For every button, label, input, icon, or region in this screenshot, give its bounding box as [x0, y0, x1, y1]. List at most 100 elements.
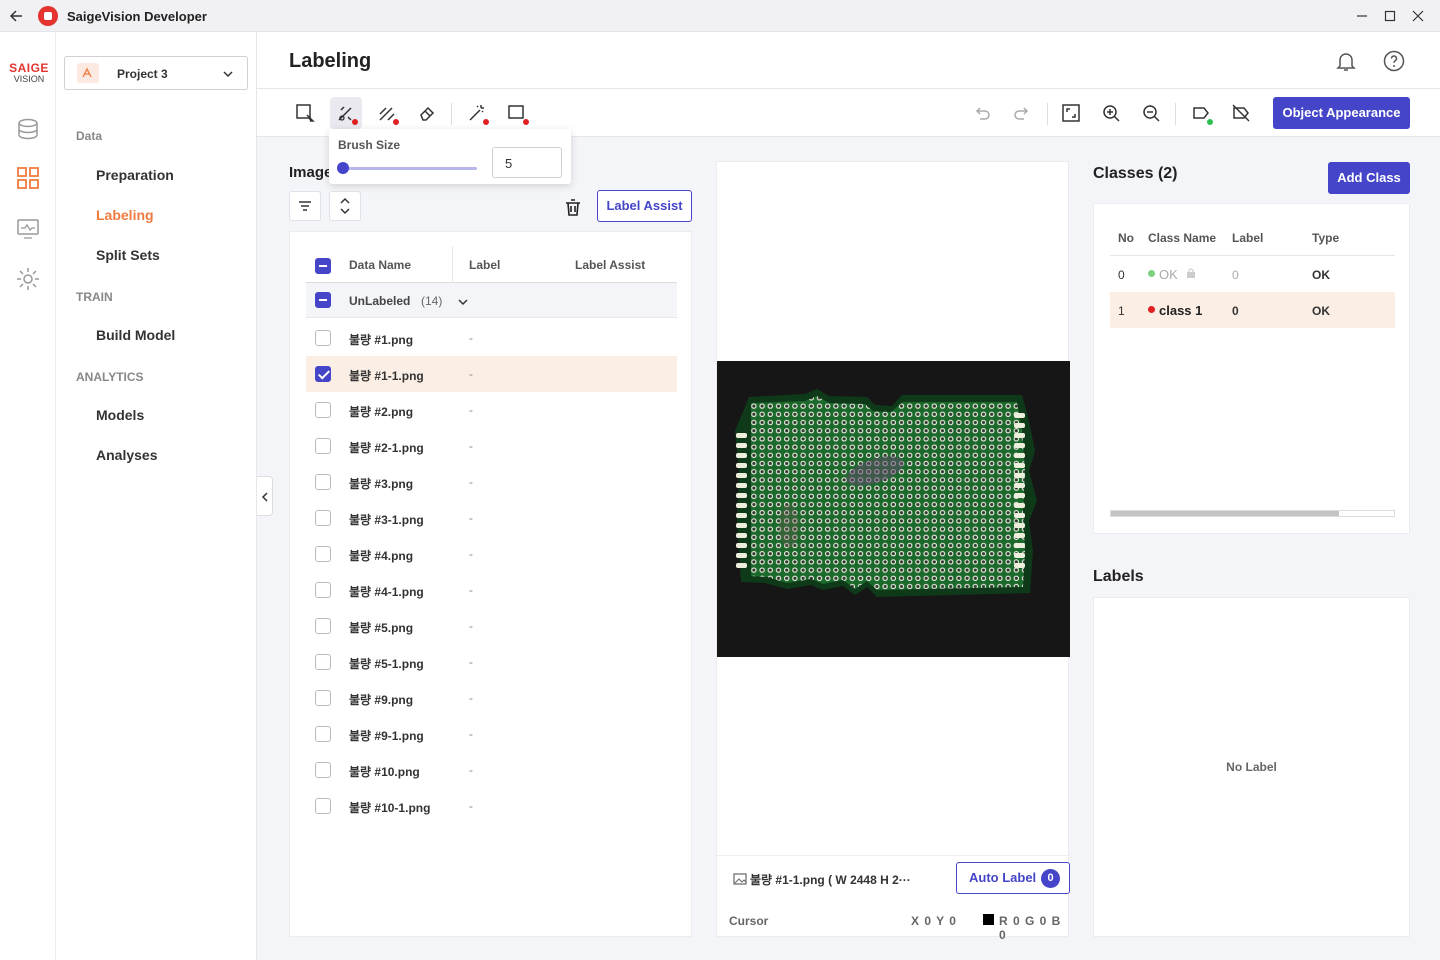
row-checkbox[interactable]	[315, 690, 331, 706]
collapse-sidebar-button[interactable]	[257, 476, 273, 516]
row-checkbox[interactable]	[315, 330, 331, 346]
row-checkbox[interactable]	[315, 510, 331, 526]
row-checkbox[interactable]	[315, 618, 331, 634]
select-tool-icon[interactable]	[289, 97, 321, 129]
row-label: -	[469, 727, 473, 741]
table-row[interactable]: 불량 #9-1.png -	[306, 716, 677, 752]
nav-analyses[interactable]: Analyses	[96, 447, 157, 463]
class-row[interactable]: 0 OK 0 OK	[1110, 256, 1395, 292]
minimize-icon[interactable]	[1352, 6, 1372, 26]
table-row[interactable]: 불량 #10.png -	[306, 752, 677, 788]
row-checkbox[interactable]	[315, 762, 331, 778]
image-panel-title: Image	[289, 164, 333, 181]
row-label: -	[469, 547, 473, 561]
col-label-assist[interactable]: Label Assist	[575, 258, 645, 272]
help-icon[interactable]	[1382, 49, 1406, 73]
hide-labels-icon[interactable]	[1225, 97, 1257, 129]
row-data-name: 불량 #2-1.png	[349, 441, 424, 455]
row-checkbox[interactable]	[315, 474, 331, 490]
bell-icon[interactable]	[1334, 49, 1358, 73]
nav-labeling[interactable]: Labeling	[96, 207, 154, 223]
row-checkbox[interactable]	[315, 546, 331, 562]
row-checkbox[interactable]	[315, 402, 331, 418]
row-label: -	[469, 475, 473, 489]
row-label: -	[469, 619, 473, 633]
polygon-brush-tool-icon[interactable]	[371, 97, 403, 129]
table-row[interactable]: 불량 #4.png -	[306, 536, 677, 572]
eraser-icon[interactable]	[411, 97, 443, 129]
maximize-icon[interactable]	[1380, 6, 1400, 26]
row-checkbox[interactable]	[315, 582, 331, 598]
undo-icon[interactable]	[966, 97, 998, 129]
image-canvas[interactable]	[717, 361, 1070, 657]
table-row[interactable]: 불량 #5.png -	[306, 608, 677, 644]
table-row[interactable]: 불량 #10-1.png -	[306, 788, 677, 824]
brush-size-input[interactable]: 5	[492, 147, 562, 178]
trash-icon[interactable]	[559, 194, 587, 222]
table-row[interactable]: 불량 #3.png -	[306, 464, 677, 500]
classes-panel: No Class Name Label Type 0 OK 0 OK 1 cla…	[1093, 203, 1410, 534]
logo-line2: VISION	[13, 74, 45, 84]
table-row[interactable]: 불량 #2.png -	[306, 392, 677, 428]
nav-build-model[interactable]: Build Model	[96, 327, 175, 343]
row-data-name: 불량 #10.png	[349, 765, 420, 779]
group-checkbox[interactable]	[315, 292, 331, 308]
zoom-out-icon[interactable]	[1135, 97, 1167, 129]
table-row[interactable]: 불량 #9.png -	[306, 680, 677, 716]
table-row[interactable]: 불량 #1-1.png -	[306, 356, 677, 392]
col-label[interactable]: Label	[469, 258, 500, 272]
show-labels-icon[interactable]	[1185, 97, 1217, 129]
filter-icon[interactable]	[289, 191, 321, 221]
chevron-down-icon[interactable]	[456, 295, 470, 309]
back-arrow-icon[interactable]	[6, 5, 28, 27]
class-row-selected[interactable]: 1 class 1 0 OK	[1110, 292, 1395, 328]
close-icon[interactable]	[1408, 6, 1428, 26]
table-row[interactable]: 불량 #3-1.png -	[306, 500, 677, 536]
monitor-icon[interactable]	[15, 216, 41, 242]
sort-icon[interactable]	[329, 191, 361, 221]
nav-split-sets[interactable]: Split Sets	[96, 247, 160, 263]
settings-gear-icon[interactable]	[15, 266, 41, 292]
brush-tool-icon[interactable]	[330, 97, 362, 129]
nav-models[interactable]: Models	[96, 407, 144, 423]
table-row[interactable]: 불량 #4-1.png -	[306, 572, 677, 608]
row-checkbox[interactable]	[315, 438, 331, 454]
auto-label-button[interactable]: Auto Label 0	[956, 862, 1070, 894]
box-label-tool-icon[interactable]	[501, 97, 533, 129]
fit-screen-icon[interactable]	[1055, 97, 1087, 129]
magic-wand-icon[interactable]	[461, 97, 493, 129]
add-class-button[interactable]: Add Class	[1328, 162, 1410, 194]
zoom-in-icon[interactable]	[1095, 97, 1127, 129]
section-data: Data	[76, 129, 103, 143]
page-title: Labeling	[289, 50, 372, 72]
main-area: Labeling Object Appearance Brush Size 5 …	[257, 32, 1440, 960]
class-color-dot	[1148, 306, 1155, 313]
page-header: Labeling	[257, 32, 1440, 89]
horizontal-scrollbar[interactable]	[1110, 510, 1395, 517]
project-selector[interactable]: Project 3	[64, 56, 248, 90]
cursor-xy: X 0 Y 0	[911, 914, 957, 928]
label-assist-button[interactable]: Label Assist	[597, 190, 692, 222]
brush-size-slider-knob[interactable]	[337, 162, 350, 174]
row-checkbox[interactable]	[315, 366, 331, 382]
nav-preparation[interactable]: Preparation	[96, 167, 174, 183]
object-appearance-button[interactable]: Object Appearance	[1273, 97, 1410, 129]
database-icon[interactable]	[15, 116, 41, 142]
class-label-count: 0	[1232, 268, 1239, 282]
row-label: -	[469, 763, 473, 777]
table-row[interactable]: 불량 #1.png -	[306, 320, 677, 356]
brush-size-slider[interactable]	[339, 167, 477, 170]
table-row[interactable]: 불량 #5-1.png -	[306, 644, 677, 680]
group-row[interactable]: UnLabeled (14)	[306, 282, 677, 318]
row-checkbox[interactable]	[315, 798, 331, 814]
scrollbar-thumb[interactable]	[1111, 511, 1339, 516]
select-all-checkbox[interactable]	[315, 258, 331, 274]
col-class-label: Label	[1232, 231, 1264, 245]
col-data-name[interactable]: Data Name	[349, 258, 411, 272]
table-row[interactable]: 불량 #2-1.png -	[306, 428, 677, 464]
row-checkbox[interactable]	[315, 726, 331, 742]
redo-icon[interactable]	[1006, 97, 1038, 129]
grid-icon[interactable]	[15, 165, 41, 191]
class-name: class 1	[1159, 303, 1203, 318]
row-checkbox[interactable]	[315, 654, 331, 670]
